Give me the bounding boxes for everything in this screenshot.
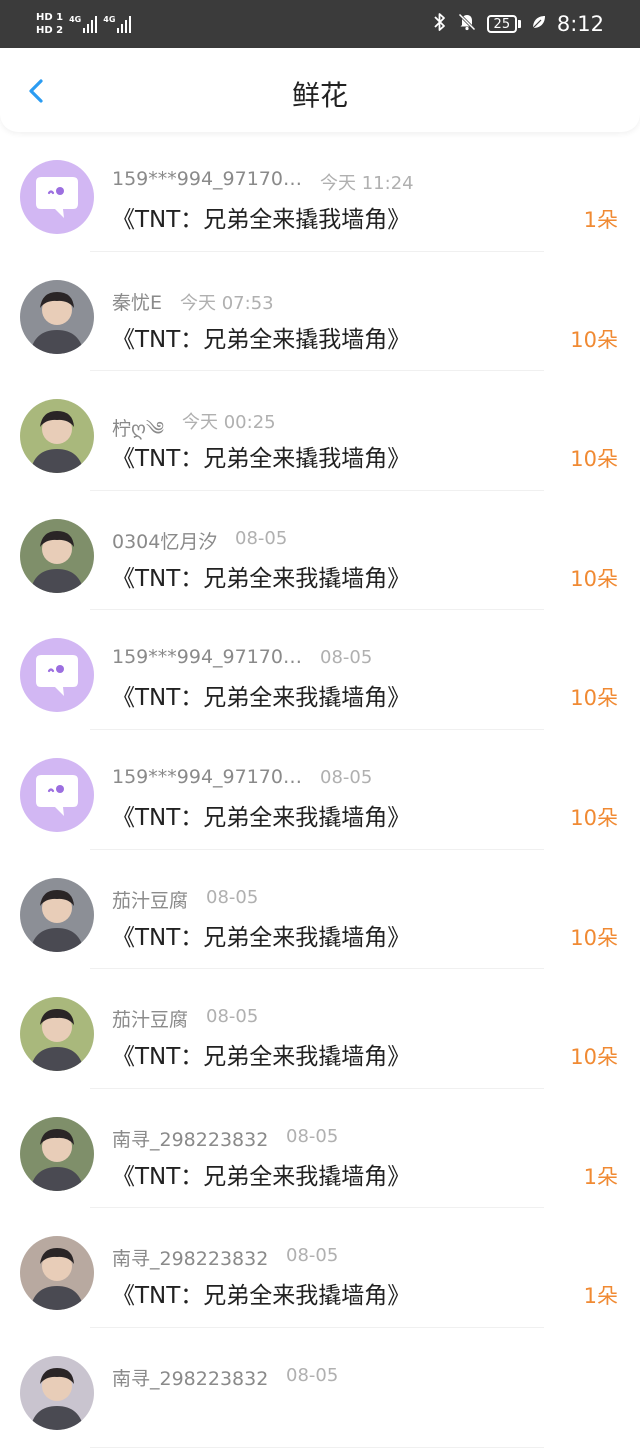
user-photo-icon (20, 877, 94, 952)
book-title: 《TNT：兄弟全来我撬墙角》 (112, 565, 411, 592)
chat-bubble-icon (20, 638, 94, 713)
leaf-icon (531, 13, 547, 35)
user-photo-icon (20, 1116, 94, 1191)
timestamp: 08-05 (320, 766, 373, 788)
hd-indicator: HD 1 HD 2 (36, 12, 63, 36)
net1-label: 4G (69, 15, 82, 24)
avatar[interactable] (20, 1355, 94, 1430)
status-bar: HD 1 HD 2 4G 4G 25 8:12 (0, 0, 640, 48)
user-photo-icon (20, 399, 94, 474)
list-item[interactable]: 159***994_97170… 今天 11:24 《TNT：兄弟全来撬我墙角》 1朵 (0, 132, 640, 252)
network-indicators: HD 1 HD 2 4G 4G (36, 6, 132, 42)
username: 茄汁豆腐 (112, 1009, 189, 1032)
bluetooth-icon (433, 12, 447, 37)
timestamp: 08-05 (286, 1245, 339, 1267)
hd1-label: HD 1 (36, 12, 64, 23)
avatar[interactable] (20, 518, 94, 593)
avatar[interactable] (20, 160, 94, 234)
username: 茄汁豆腐 (112, 889, 189, 912)
user-photo-icon (20, 1236, 94, 1311)
timestamp: 08-05 (206, 1006, 259, 1028)
book-title: 《TNT：兄弟全来我撬墙角》 (112, 1044, 411, 1071)
avatar[interactable] (20, 279, 94, 354)
signal-2: 4G (103, 15, 132, 33)
avatar[interactable] (20, 1236, 94, 1311)
user-photo-icon (20, 279, 94, 354)
list-item[interactable]: 159***994_97170… 08-05 《TNT：兄弟全来我撬墙角》 10朵 (0, 610, 640, 730)
timestamp: 08-05 (286, 1364, 339, 1386)
book-title: 《TNT：兄弟全来撬我墙角》 (112, 326, 411, 353)
book-title: 《TNT：兄弟全来我撬墙角》 (112, 804, 411, 831)
avatar[interactable] (20, 1116, 94, 1191)
page-header: 鲜花 (0, 48, 640, 132)
timestamp: 08-05 (235, 527, 288, 549)
net2-label: 4G (103, 15, 116, 24)
chat-bubble-icon (20, 757, 94, 832)
signal-1: 4G (69, 15, 98, 33)
avatar[interactable] (20, 757, 94, 832)
list-item[interactable]: 南寻_298223832 08-05 《TNT：兄弟全来我撬墙角》 1朵 (0, 1089, 640, 1209)
username: 秦忧E (112, 291, 163, 314)
flower-count: 1朵 (583, 1164, 618, 1189)
username: 南寻_298223832 (112, 1128, 269, 1151)
page-title: 鲜花 (291, 79, 348, 112)
username: 159***994_97170… (112, 646, 302, 669)
user-photo-icon (20, 1355, 94, 1430)
signal-bars-icon (117, 15, 132, 33)
book-title: 《TNT：兄弟全来我撬墙角》 (112, 685, 411, 712)
list-item[interactable]: 茄汁豆腐 08-05 《TNT：兄弟全来我撬墙角》 10朵 (0, 850, 640, 970)
list-item[interactable]: 南寻_298223832 08-05 《TNT：兄弟全来我撬墙角》 1朵 (0, 1208, 640, 1328)
battery-icon: 25 (486, 15, 521, 33)
flower-count: 10朵 (570, 566, 618, 591)
avatar[interactable] (20, 399, 94, 474)
chat-bubble-icon (20, 160, 94, 234)
book-title: 《TNT：兄弟全来我撬墙角》 (112, 1283, 411, 1310)
avatar[interactable] (20, 997, 94, 1072)
book-title: 《TNT：兄弟全来我撬墙角》 (112, 924, 411, 951)
list-item[interactable]: 茄汁豆腐 08-05 《TNT：兄弟全来我撬墙角》 10朵 (0, 969, 640, 1089)
list-item[interactable]: 柠ღ༄ 今天 00:25 《TNT：兄弟全来撬我墙角》 10朵 (0, 371, 640, 491)
book-title: 《TNT：兄弟全来撬我墙角》 (112, 446, 411, 473)
muted-bell-icon (457, 12, 477, 37)
timestamp: 08-05 (206, 886, 259, 908)
hd2-label: HD 2 (36, 25, 64, 36)
username: 159***994_97170… (112, 168, 302, 190)
timestamp: 今天 07:53 (180, 292, 274, 314)
signal-bars-icon (83, 15, 98, 33)
flower-count: 10朵 (570, 327, 618, 352)
flower-count: 1朵 (583, 208, 618, 232)
list-item[interactable]: 秦忧E 今天 07:53 《TNT：兄弟全来撬我墙角》 10朵 (0, 252, 640, 372)
flower-count: 1朵 (583, 1284, 618, 1309)
avatar[interactable] (20, 638, 94, 713)
username: 南寻_298223832 (112, 1248, 269, 1271)
flower-count: 10朵 (570, 805, 618, 830)
book-title: 《TNT：兄弟全来我撬墙角》 (112, 1163, 411, 1190)
timestamp: 今天 11:24 (320, 173, 414, 194)
battery-level: 25 (486, 15, 517, 33)
username: 0304忆月汐 (112, 530, 218, 553)
list-item[interactable]: 159***994_97170… 08-05 《TNT：兄弟全来我撬墙角》 10朵 (0, 730, 640, 850)
user-photo-icon (20, 518, 94, 593)
user-photo-icon (20, 997, 94, 1072)
book-title: 《TNT：兄弟全来撬我墙角》 (112, 207, 411, 233)
clock: 8:12 (556, 12, 604, 36)
avatar[interactable] (20, 877, 94, 952)
list-item[interactable]: 0304忆月汐 08-05 《TNT：兄弟全来我撬墙角》 10朵 (0, 491, 640, 611)
flower-count: 10朵 (570, 447, 618, 472)
timestamp: 08-05 (320, 647, 373, 669)
flower-count: 10朵 (570, 1045, 618, 1070)
timestamp: 08-05 (286, 1125, 339, 1147)
flower-count: 10朵 (570, 686, 618, 711)
flower-count: 10朵 (570, 925, 618, 950)
divider (90, 1446, 544, 1448)
flower-list: 159***994_97170… 今天 11:24 《TNT：兄弟全来撬我墙角》 1朵… (0, 132, 640, 1448)
list-item[interactable]: 南寻_298223832 08-05 (0, 1328, 640, 1448)
timestamp: 今天 00:25 (182, 412, 276, 434)
username: 159***994_97170… (112, 765, 302, 788)
